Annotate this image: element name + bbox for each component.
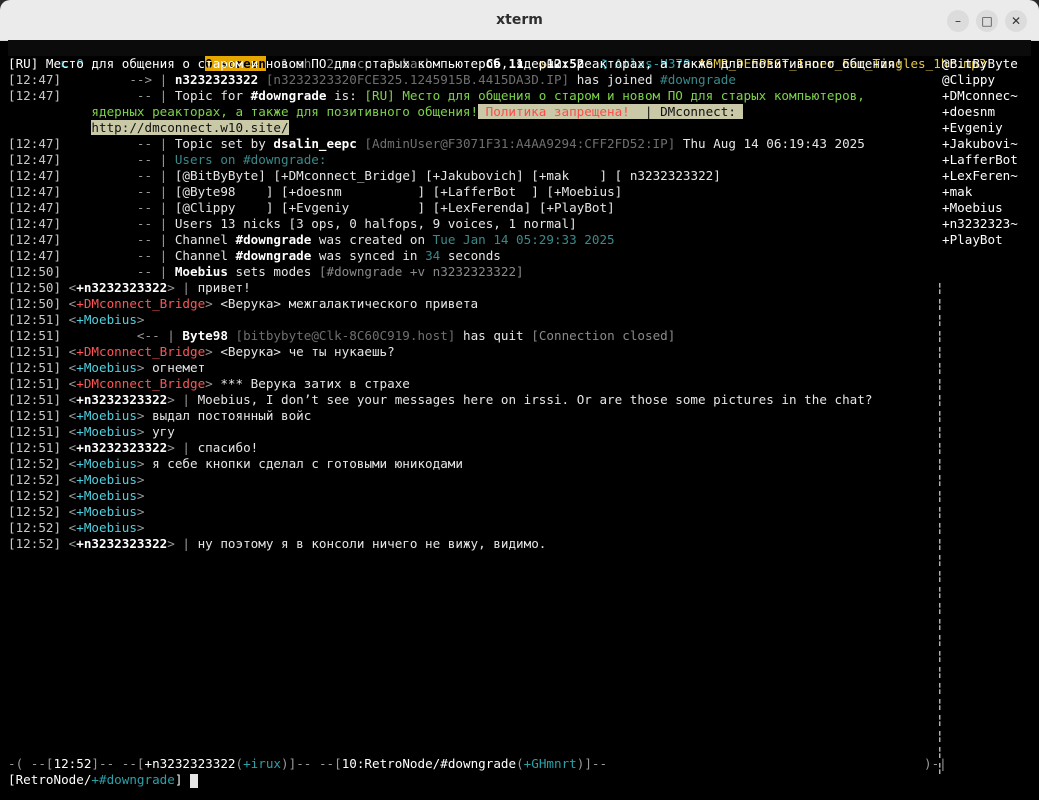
nick-list-item[interactable]: +PlayBot — [942, 232, 1003, 248]
log-line-synced: [12:47] -- | Channel #downgrade was sync… — [8, 248, 501, 263]
topic-url-link[interactable]: http://dmconnect.w10.site/ — [91, 120, 289, 135]
message-row: [12:51] <+DMconnect_Bridge> *** Верука з… — [8, 376, 410, 391]
nick-list-item[interactable]: +Jakubovi~ — [942, 136, 1018, 152]
message-row: [12:52] <+Moebius> — [8, 520, 145, 535]
message-row: [12:51] <+Moebius> огнемет — [8, 360, 206, 375]
log-line-users-count: [12:47] -- | Users 13 nicks [3 ops, 0 ha… — [8, 216, 577, 231]
nick-list-item[interactable]: +DMconnec~ — [942, 88, 1018, 104]
nick-list-item[interactable]: +LafferBot — [942, 152, 1018, 168]
bar-time: 12:52 — [53, 756, 92, 771]
text-cursor — [190, 773, 198, 788]
message-row: [12:51] <+Moebius> выдал постоянный войс — [8, 408, 312, 423]
message-row: [12:52] <+n3232323322> | ну поэтому я в … — [8, 536, 547, 551]
nick-list-item[interactable]: +n3232323~ — [942, 216, 1018, 232]
message-row: [12:50] <+DMconnect_Bridge> <Верука> меж… — [8, 296, 479, 311]
input-prompt[interactable]: [RetroNode/+#downgrade] — [8, 772, 198, 788]
close-button[interactable]: ✕ — [1005, 10, 1027, 32]
message-row: [12:51] <+n3232323322> | Moebius, I don’… — [8, 392, 873, 407]
title-bar: xterm – □ ✕ — [0, 0, 1039, 41]
nick-list-item[interactable]: +LexFeren~ — [942, 168, 1018, 184]
message-row: [12:51] <+Moebius> — [8, 312, 145, 327]
nick-list-item[interactable]: +mak — [942, 184, 972, 200]
message-row: [12:52] <+Moebius> — [8, 488, 145, 503]
xterm-window: xterm – □ ✕ ⊏ 0 0 screen 1 sh 2 mocp 3 b… — [0, 0, 1039, 800]
irssi-status-bar: -( --[12:52]-- --[+n3232323322(+irux)]--… — [8, 756, 608, 771]
nick-list-item[interactable]: @Clippy — [942, 72, 995, 88]
bar-nick: +n3232323322 — [144, 756, 236, 771]
bar-usermode: +irux — [243, 756, 282, 771]
chat-scroll-separator: ¦ ¦ ¦ ¦ ¦ ¦ ¦ ¦ ¦ ¦ ¦ ¦ ¦ ¦ ¦ ¦ ¦ ¦ ¦ ¦ … — [936, 280, 944, 775]
log-line-quit: [12:51] <-- | Byte98 [bitbybyte@Clk-8C60… — [8, 328, 676, 343]
log-line-topic: [12:47] -- | Topic for #downgrade is: [R… — [8, 88, 865, 103]
message-row: [12:51] <+n3232323322> | спасибо! — [8, 440, 259, 455]
nick-list-item[interactable]: +Evgeniy — [942, 120, 1003, 136]
log-line-topic-cont: ядерных реакторах, а также для позитивно… — [91, 104, 744, 119]
maximize-button[interactable]: □ — [976, 10, 998, 32]
log-line-created: [12:47] -- | Channel #downgrade was crea… — [8, 232, 615, 247]
window-title: xterm — [496, 12, 543, 28]
log-line-modes: [12:50] -- | Moebius sets modes [#downgr… — [8, 264, 524, 279]
log-line-users-2: [12:47] -- | [@Byte98 ] [+doesnm ] [+Laf… — [8, 184, 623, 199]
bar-right-end: )-| — [924, 756, 947, 771]
nick-list-item[interactable]: @BitByByte — [942, 56, 1018, 72]
log-line-users-header: [12:47] -- | Users on #downgrade: — [8, 152, 327, 167]
log-line-users-1: [12:47] -- | [@BitByByte] [+DMconnect_Br… — [8, 168, 721, 183]
topic-line: [RU] Место для общения о старом и новом … — [8, 56, 903, 71]
message-row: [12:51] <+DMconnect_Bridge> <Верука> че … — [8, 344, 395, 359]
message-row: [12:52] <+Moebius> я себе кнопки сделал … — [8, 456, 463, 471]
bar-window: 10:RetroNode/#downgrade — [341, 756, 517, 771]
message-row: [12:52] <+Moebius> — [8, 504, 145, 519]
screen-status-bar: ⊏ 0 0 screen 1 sh 2 mocp 3 bash Сб 11 ◷1… — [8, 40, 1031, 71]
bar-chanmode: +GHmnrt — [523, 756, 577, 771]
terminal-area[interactable]: ⊏ 0 0 screen 1 sh 2 mocp 3 bash Сб 11 ◷1… — [8, 40, 1031, 800]
log-line-join: [12:47] --> | n3232323322 [n3232323320FC… — [8, 72, 736, 87]
message-row: [12:51] <+Moebius> yгу — [8, 424, 175, 439]
log-line-topic-url: http://dmconnect.w10.site/ — [8, 120, 289, 136]
log-line-users-3: [12:47] -- | [@Clippy ] [+Evgeniy ] [+Le… — [8, 200, 615, 215]
message-row: [12:50] <+n3232323322> | привет! — [8, 280, 251, 295]
message-row: [12:52] <+Moebius> — [8, 472, 145, 487]
log-line-topic-set: [12:47] -- | Topic set by dsalin_eepc [A… — [8, 136, 865, 151]
minimize-button[interactable]: – — [947, 10, 969, 32]
nick-list-item[interactable]: +doesnm — [942, 104, 995, 120]
nick-list-item[interactable]: +Moebius — [942, 200, 1003, 216]
